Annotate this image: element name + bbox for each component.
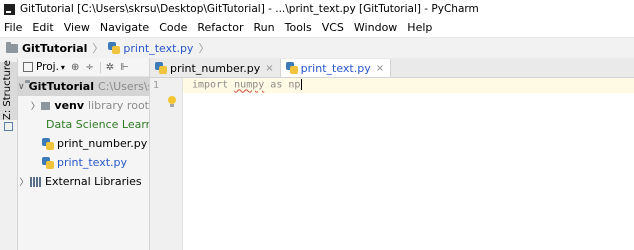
tree-item-label: External Libraries	[45, 175, 142, 188]
folder-icon	[40, 101, 51, 110]
code-module: numpy	[234, 79, 265, 91]
folder-icon	[6, 41, 18, 53]
tree-item-print-text[interactable]: print_text.py	[18, 153, 149, 172]
title-bar: GitTutorial [C:\Users\skrsu\Desktop\GitT…	[0, 0, 634, 18]
tree-item-venv[interactable]: 〉 venv library root	[18, 96, 149, 115]
tab-print-text[interactable]: print_text.py ×	[279, 59, 392, 77]
menu-navigate[interactable]: Navigate	[95, 21, 154, 34]
python-file-icon	[42, 156, 54, 169]
hide-panel-icon[interactable]: ⊩	[120, 62, 129, 73]
tree-item-label: print_number.py	[57, 137, 148, 150]
code-keyword-import: import	[192, 79, 229, 91]
structure-tool-tab[interactable]: Z: Structure	[0, 60, 17, 120]
collapse-all-icon[interactable]: ÷	[85, 62, 93, 73]
code-line[interactable]: import numpy as np	[192, 79, 303, 91]
tree-item-print-number[interactable]: print_number.py	[18, 134, 149, 153]
python-file-icon	[285, 62, 298, 74]
pycharm-app-icon	[4, 3, 15, 15]
menu-file[interactable]: File	[0, 21, 27, 34]
project-view-icon	[23, 62, 33, 72]
project-panel: Proj. ▾ ⊕ ÷ ✲ ⊩ ∨ GitTutorial C:\Users\s…	[18, 58, 150, 250]
tree-item-label: print_text.py	[57, 156, 128, 169]
locate-file-icon[interactable]: ⊕	[71, 62, 79, 73]
code-editor[interactable]: import numpy as np	[183, 78, 634, 250]
breadcrumb: GitTutorial 〉 print_text.py 〉	[0, 37, 634, 59]
tree-item-path: C:\Users\skr	[97, 80, 149, 93]
menu-run[interactable]: Run	[249, 21, 280, 34]
collapse-arrow-icon[interactable]: ∨	[18, 82, 25, 92]
breadcrumb-separator-icon: 〉	[92, 42, 104, 55]
project-panel-header: Proj. ▾ ⊕ ÷ ✲ ⊩	[18, 58, 149, 77]
tab-label: print_text.py	[300, 61, 371, 75]
structure-tab-label: Z: Structure	[2, 60, 13, 120]
expand-arrow-icon[interactable]: 〉	[30, 99, 41, 112]
dropdown-icon[interactable]: ▾	[61, 63, 65, 72]
editor-tabs: print_number.py × print_text.py ×	[150, 58, 634, 78]
python-file-icon	[42, 137, 54, 150]
structure-icon[interactable]	[4, 122, 13, 131]
settings-icon[interactable]: ✲	[99, 61, 114, 73]
library-icon	[30, 176, 41, 187]
menu-bar: File Edit View Navigate Code Refactor Ru…	[0, 18, 634, 37]
close-icon[interactable]: ×	[265, 63, 273, 74]
tree-item-suffix: library root	[88, 99, 149, 112]
breadcrumb-file-label: print_text.py	[123, 41, 194, 55]
python-file-icon	[108, 42, 121, 54]
menu-code[interactable]: Code	[154, 21, 192, 34]
line-gutter: 1	[150, 78, 183, 250]
menu-view[interactable]: View	[59, 21, 95, 34]
text-cursor	[301, 79, 303, 90]
window-title: GitTutorial [C:\Users\skrsu\Desktop\GitT…	[20, 3, 479, 15]
menu-tools[interactable]: Tools	[280, 21, 317, 34]
tree-item-label: venv	[54, 99, 85, 112]
line-number: 1	[153, 80, 160, 91]
breadcrumb-project-label: GitTutorial	[22, 41, 88, 55]
editor-pane: print_number.py × print_text.py × 1 impo…	[150, 58, 634, 250]
close-icon[interactable]: ×	[376, 63, 384, 74]
lightbulb-icon[interactable]	[167, 96, 177, 109]
menu-help[interactable]: Help	[402, 21, 437, 34]
breadcrumb-separator-icon: 〉	[198, 42, 210, 55]
menu-window[interactable]: Window	[349, 21, 402, 34]
tab-print-number[interactable]: print_number.py ×	[150, 59, 280, 77]
tree-item-label: Data Science Learner	[46, 118, 149, 131]
menu-edit[interactable]: Edit	[27, 21, 58, 34]
tree-item-data-science[interactable]: Data Science Learner	[18, 115, 149, 134]
expand-arrow-icon[interactable]: 〉	[18, 175, 30, 188]
python-file-icon	[155, 62, 167, 74]
tree-item-external-libraries[interactable]: 〉 External Libraries	[18, 172, 149, 191]
project-tree: ∨ GitTutorial C:\Users\skr 〉 venv librar…	[18, 77, 149, 191]
menu-vcs[interactable]: VCS	[317, 21, 349, 34]
breadcrumb-file[interactable]: print_text.py	[108, 42, 193, 55]
tree-item-label: GitTutorial	[28, 80, 94, 93]
code-keyword-as: as	[270, 79, 283, 91]
tree-item-root[interactable]: ∨ GitTutorial C:\Users\skr	[18, 77, 149, 96]
breadcrumb-project[interactable]: GitTutorial	[6, 41, 88, 55]
tab-label: print_number.py	[170, 61, 261, 75]
left-tool-strip: Z: Structure	[0, 58, 18, 250]
code-alias: np	[288, 79, 301, 91]
project-view-selector[interactable]: Proj.	[36, 61, 59, 73]
menu-refactor[interactable]: Refactor	[192, 21, 248, 34]
